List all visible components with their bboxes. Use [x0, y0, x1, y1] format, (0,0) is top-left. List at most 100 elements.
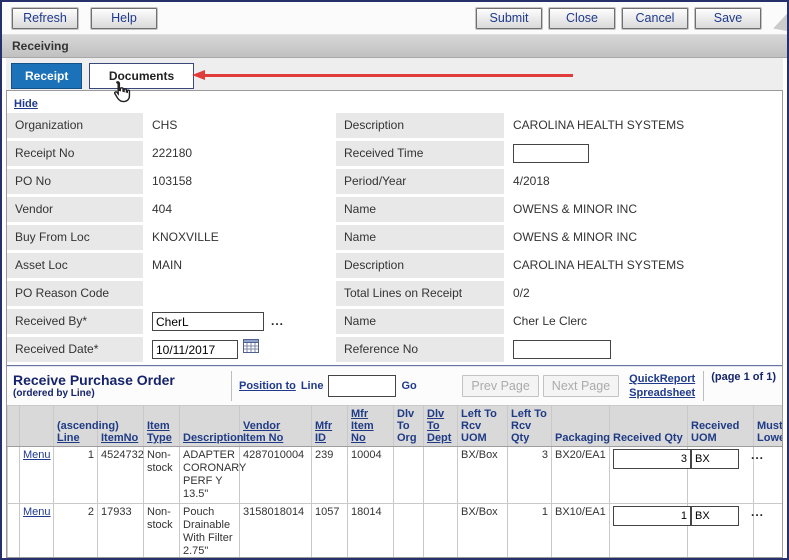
po-no-value: 103158 — [143, 169, 336, 194]
row1-received-uom-input[interactable] — [691, 449, 739, 469]
received-by-name-label: Name — [336, 309, 504, 334]
grid-header-item-type[interactable]: ItemType — [144, 406, 180, 447]
grid-header-dlv-to-org: Dlv ToOrg — [394, 406, 424, 447]
page-title: Receiving — [2, 35, 787, 58]
row1-received-qty-input[interactable] — [613, 449, 691, 469]
receiving-window: Refresh Help Submit Close Cancel Save Re… — [0, 0, 789, 560]
grid-header-must-lowe: MustLowe — [754, 406, 783, 447]
grid-header-menu — [20, 406, 54, 447]
hand-cursor-icon — [108, 79, 134, 110]
row2-mfr-item-no: 18014 — [348, 504, 394, 559]
next-page-button[interactable]: Next Page — [543, 375, 619, 397]
row2-description: Pouch Drainable With Filter 2.75" Flange — [180, 504, 240, 559]
divider — [703, 371, 704, 401]
receipt-form: Organization CHS Description CAROLINA HE… — [7, 113, 782, 362]
red-arrow-annotation — [192, 70, 573, 80]
row2-itemno: 17933 — [98, 504, 144, 559]
asset-loc-label: Asset Loc — [7, 253, 143, 278]
row1-item-type: Non-stock — [144, 447, 180, 504]
row2-dlv-to-org — [394, 504, 424, 559]
table-row: Menu 2 17933 Non-stock Pouch Drainable W… — [8, 504, 783, 559]
row2-received-uom-input[interactable] — [691, 506, 739, 526]
position-to-link[interactable]: Position to — [239, 380, 296, 392]
page-indicator: (page 1 of 1) — [711, 371, 776, 383]
tab-bar: Receipt Documents — [6, 58, 783, 90]
row1-description: ADAPTER CORONARY PERF Y 13.5" — [180, 447, 240, 504]
received-by-input[interactable] — [152, 312, 264, 331]
received-by-lookup-ellipsis-icon[interactable]: ... — [271, 309, 284, 334]
grid-header-left-to-rcv-uom: Left ToRcv UOM — [458, 406, 508, 447]
buy-from-loc-value: KNOXVILLE — [143, 225, 336, 250]
tab-receipt[interactable]: Receipt — [11, 63, 82, 89]
grid-header-mfr-id[interactable]: Mfr ID — [312, 406, 348, 447]
row2-mfr-id: 1057 — [312, 504, 348, 559]
cell-empty — [8, 447, 20, 504]
received-time-label: Received Time — [336, 141, 504, 166]
row2-left-to-rcv-qty: 1 — [508, 504, 552, 559]
received-by-label: Received By* — [7, 309, 143, 334]
description-1-value: CAROLINA HEALTH SYSTEMS — [504, 113, 782, 138]
row1-mfr-id: 239 — [312, 447, 348, 504]
help-button[interactable]: Help — [91, 8, 157, 29]
refresh-button[interactable]: Refresh — [12, 8, 78, 29]
grid-header-spacer — [8, 406, 20, 447]
row2-uom-lookup-ellipsis-icon[interactable]: ... — [751, 506, 764, 519]
total-lines-value: 0/2 — [504, 281, 782, 306]
go-button[interactable]: Go — [401, 380, 416, 392]
quickreport-link[interactable]: QuickReport — [629, 372, 695, 386]
grid-header-row: (ascending)Line ItemNo ItemType Descript… — [8, 406, 783, 447]
po-reason-code-value — [143, 281, 336, 306]
vendor-name-label: Name — [336, 197, 504, 222]
spreadsheet-link[interactable]: Spreadsheet — [629, 386, 695, 400]
resize-grip-icon — [773, 6, 789, 31]
save-button[interactable]: Save — [695, 8, 761, 29]
section-title: Receive Purchase Order — [13, 373, 231, 388]
divider — [231, 371, 232, 401]
receipt-no-label: Receipt No — [7, 141, 143, 166]
table-row: Menu 1 4524732 Non-stock ADAPTER CORONAR… — [8, 447, 783, 504]
row2-received-qty-input[interactable] — [613, 506, 691, 526]
prev-page-button[interactable]: Prev Page — [462, 375, 538, 397]
reference-no-label: Reference No — [336, 337, 504, 362]
content-panel: Hide Organization CHS Description CAROLI… — [6, 90, 783, 558]
row2-line: 2 — [54, 504, 98, 559]
row1-dlv-to-dept — [424, 447, 458, 504]
cancel-button[interactable]: Cancel — [622, 8, 688, 29]
received-time-input[interactable] — [513, 144, 589, 163]
submit-button[interactable]: Submit — [476, 8, 542, 29]
grid-header-mfr-item-no[interactable]: MfrItem No — [348, 406, 394, 447]
received-by-name-value: Cher Le Clerc — [504, 309, 782, 334]
row1-dlv-to-org — [394, 447, 424, 504]
row1-packaging: BX20/EA1 — [552, 447, 610, 504]
grid-header-packaging: Packaging — [552, 406, 610, 447]
grid-header-description[interactable]: Description — [180, 406, 240, 447]
grid-header-dlv-to-dept[interactable]: Dlv ToDept — [424, 406, 458, 447]
hide-link[interactable]: Hide — [14, 98, 38, 110]
grid-header-line[interactable]: (ascending)Line — [54, 406, 98, 447]
position-to-line-input[interactable] — [328, 375, 396, 397]
reference-no-input[interactable] — [513, 340, 611, 359]
row1-uom-lookup-ellipsis-icon[interactable]: ... — [751, 449, 764, 462]
period-year-label: Period/Year — [336, 169, 504, 194]
calendar-icon[interactable] — [243, 337, 259, 362]
grid-header-vendor-item-no[interactable]: VendorItem No — [240, 406, 312, 447]
po-reason-code-label: PO Reason Code — [7, 281, 143, 306]
period-year-value: 4/2018 — [504, 169, 782, 194]
tab-documents[interactable]: Documents — [89, 63, 194, 89]
row1-mfr-item-no: 10004 — [348, 447, 394, 504]
row1-menu-link[interactable]: Menu — [23, 449, 51, 461]
organization-label: Organization — [7, 113, 143, 138]
position-line-label: Line — [301, 380, 324, 392]
row2-packaging: BX10/EA1 — [552, 504, 610, 559]
description-2-label: Description — [336, 253, 504, 278]
close-button[interactable]: Close — [549, 8, 615, 29]
description-1-label: Description — [336, 113, 504, 138]
row1-itemno: 4524732 — [98, 447, 144, 504]
description-2-value: CAROLINA HEALTH SYSTEMS — [504, 253, 782, 278]
received-date-input[interactable] — [152, 340, 238, 359]
row2-menu-link[interactable]: Menu — [23, 506, 51, 518]
received-date-label: Received Date* — [7, 337, 143, 362]
vendor-name-value: OWENS & MINOR INC — [504, 197, 782, 222]
grid-header-left-to-rcv-qty: Left ToRcv Qty — [508, 406, 552, 447]
row1-vendor-item-no: 4287010004 — [240, 447, 312, 504]
